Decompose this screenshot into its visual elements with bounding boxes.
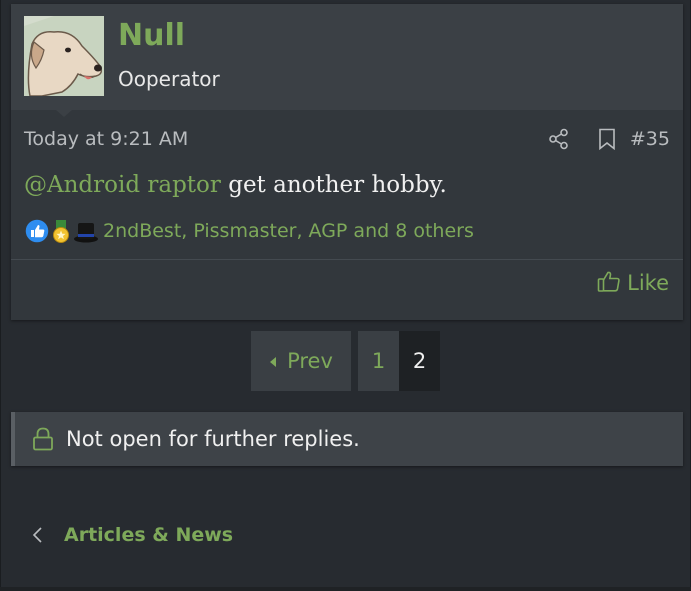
post-message: @Android raptor get another hobby. — [24, 169, 670, 201]
bottom-edge — [0, 587, 691, 591]
thumbs-up-outline-icon — [597, 269, 621, 298]
reaction-summary-link[interactable]: 2ndBest, Pissmaster, AGP and 8 others — [103, 218, 474, 244]
prev-label: Prev — [287, 349, 333, 373]
post-divider — [11, 259, 683, 260]
breadcrumb-label: Articles & News — [64, 524, 234, 546]
like-button[interactable]: Like — [597, 268, 669, 298]
dog-avatar-icon[interactable] — [24, 16, 104, 96]
caret-left-icon — [269, 349, 277, 373]
reactions-bar: 2ndBest, Pissmaster, AGP and 8 others — [24, 218, 670, 244]
top-hat-icon — [74, 223, 98, 243]
user-mention-link[interactable]: @Android raptor — [24, 172, 221, 198]
lock-icon — [32, 427, 54, 451]
pagination-pages: 1 2 — [358, 331, 440, 391]
post-author-name[interactable]: Null — [118, 18, 185, 54]
pagination-prev-button[interactable]: Prev — [251, 331, 351, 391]
like-label: Like — [627, 271, 669, 295]
chevron-left-icon — [30, 525, 44, 545]
thumbs-up-icon — [24, 218, 50, 244]
page-link-2-current[interactable]: 2 — [399, 331, 440, 391]
message-text: get another hobby. — [220, 172, 447, 198]
locked-notice-text: Not open for further replies. — [66, 427, 360, 451]
breadcrumb-back-link[interactable]: Articles & News — [30, 520, 233, 550]
medal-icon — [53, 220, 69, 243]
bookmark-icon[interactable] — [597, 128, 617, 151]
post-author-title: Ooperator — [118, 67, 220, 91]
thread-locked-notice: Not open for further replies. — [11, 412, 683, 466]
post-card: Null Ooperator Today at 9:21 AM #35 @And… — [11, 4, 683, 320]
post-author-header: Null Ooperator — [11, 4, 683, 110]
post-meta-row: Today at 9:21 AM #35 — [24, 126, 670, 152]
reaction-icons[interactable] — [24, 218, 100, 244]
page-link-1[interactable]: 1 — [358, 331, 399, 391]
avatar-pointer — [56, 110, 72, 117]
post-number-link[interactable]: #35 — [630, 126, 670, 152]
post-timestamp[interactable]: Today at 9:21 AM — [24, 126, 188, 152]
share-icon[interactable] — [548, 128, 570, 150]
